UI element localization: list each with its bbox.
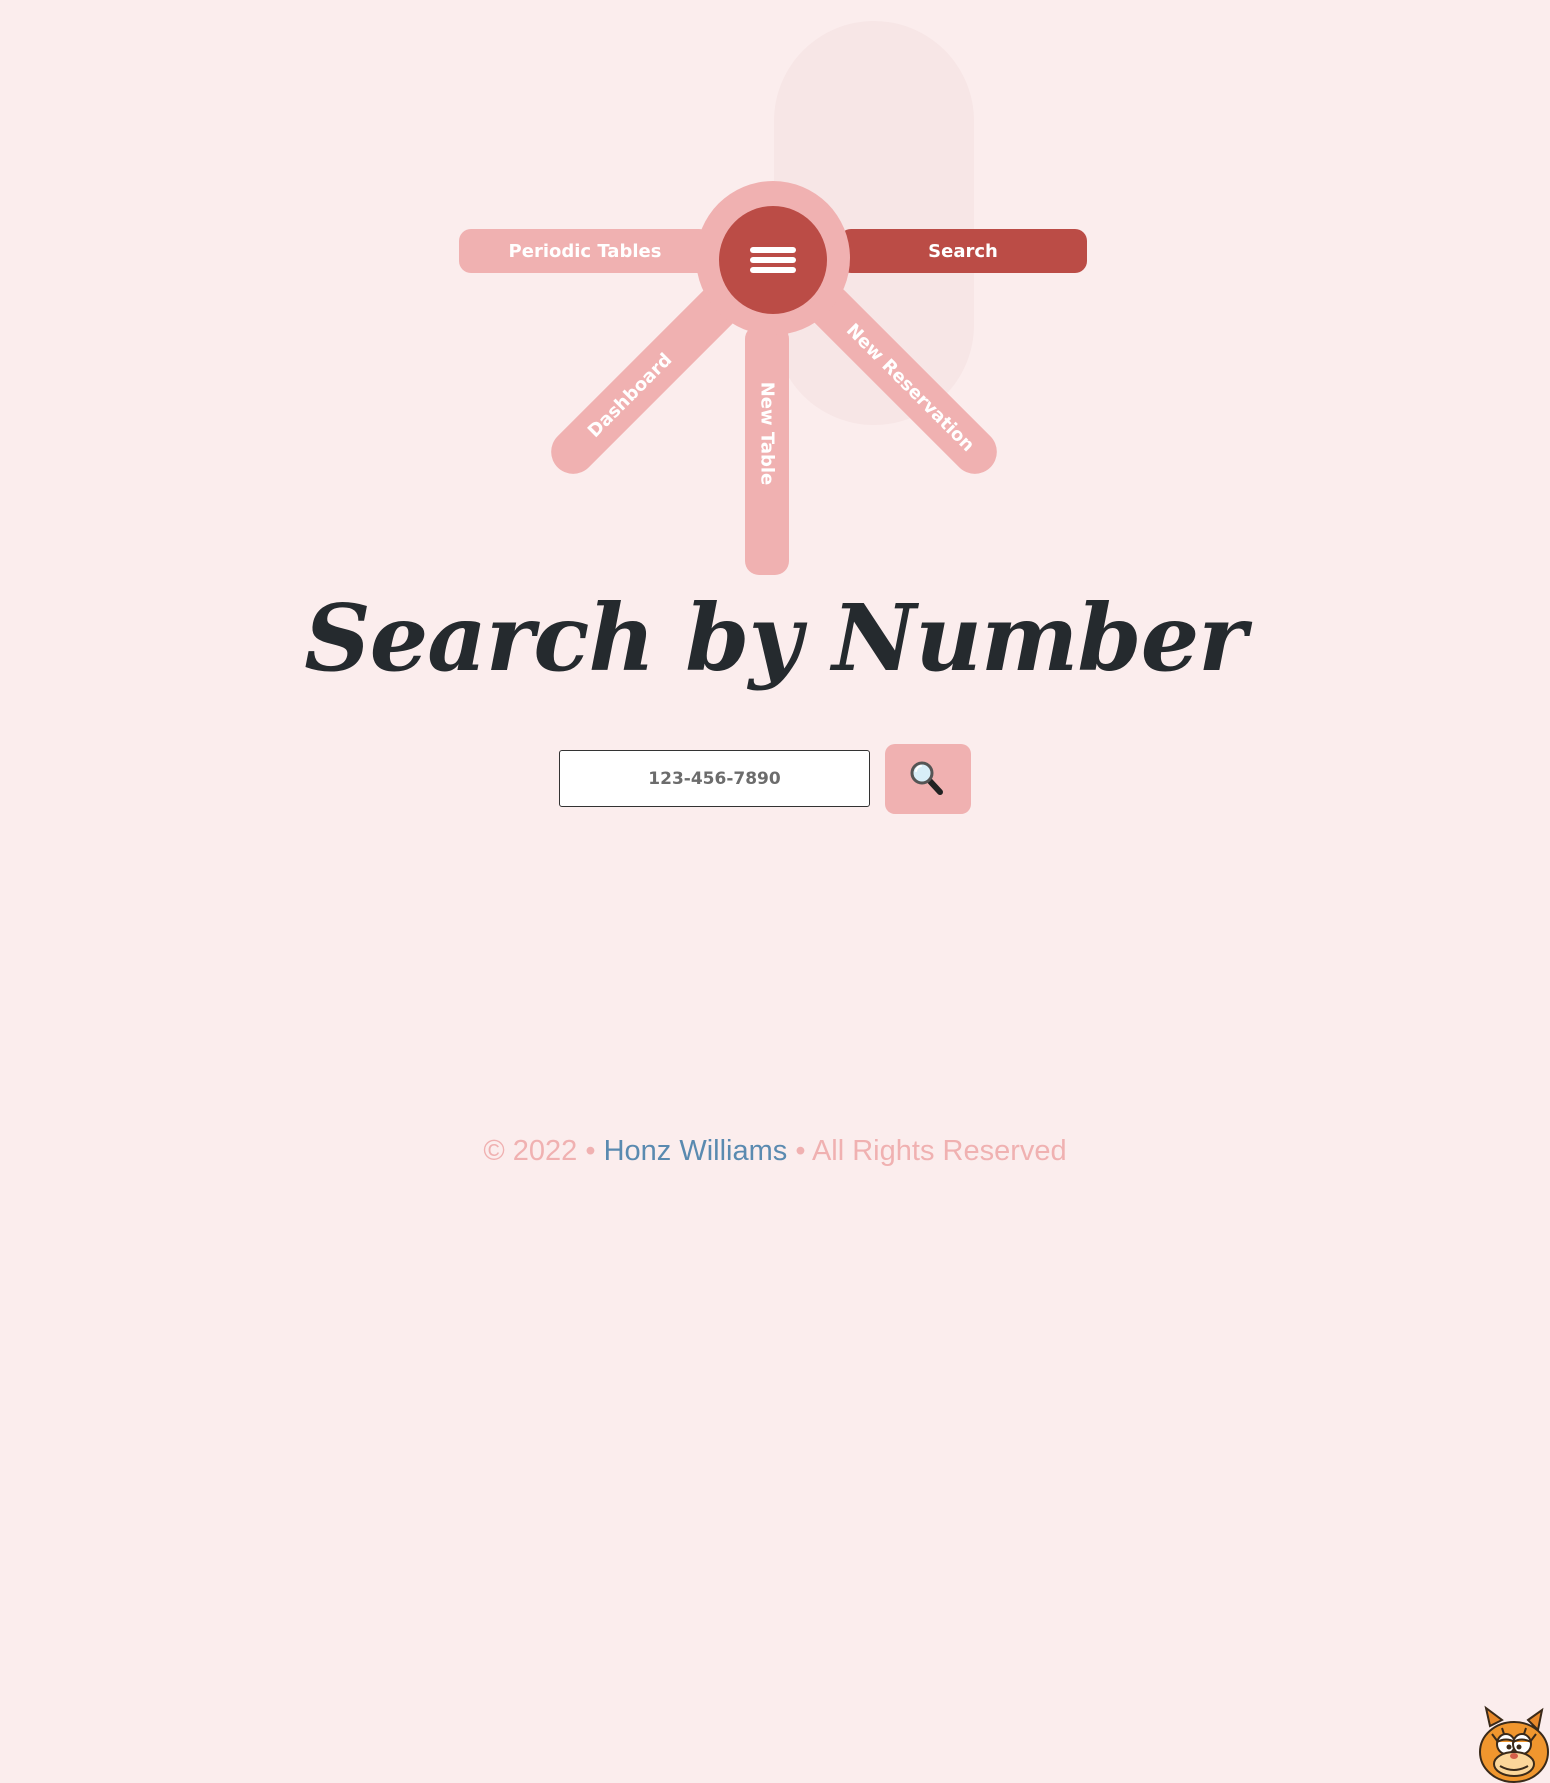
magnifying-glass-icon	[910, 761, 943, 795]
cat-mascot-icon	[1479, 1705, 1549, 1783]
footer-copyright: © 2022 •	[483, 1135, 596, 1167]
nav-search-label: Search	[928, 240, 998, 262]
footer-rights: • All Rights Reserved	[795, 1135, 1067, 1167]
nav-dashboard-label: Dashboard	[583, 349, 676, 442]
nav-periodic-tables[interactable]: Periodic Tables	[459, 229, 711, 273]
phone-search-input[interactable]	[559, 750, 870, 807]
hamburger-icon	[750, 243, 796, 277]
nav-new-table-label: New Table	[756, 381, 778, 485]
nav-periodic-tables-label: Periodic Tables	[508, 240, 662, 262]
page-title: Search by Number	[304, 584, 1246, 692]
nav-search[interactable]: Search	[839, 229, 1087, 273]
footer: © 2022 • Honz Williams • All Rights Rese…	[0, 1135, 1550, 1168]
nav-new-table[interactable]: New Table	[745, 325, 789, 575]
search-submit-button[interactable]	[885, 744, 971, 814]
author-link[interactable]: Honz Williams	[604, 1135, 788, 1167]
menu-toggle-button[interactable]	[719, 206, 827, 314]
